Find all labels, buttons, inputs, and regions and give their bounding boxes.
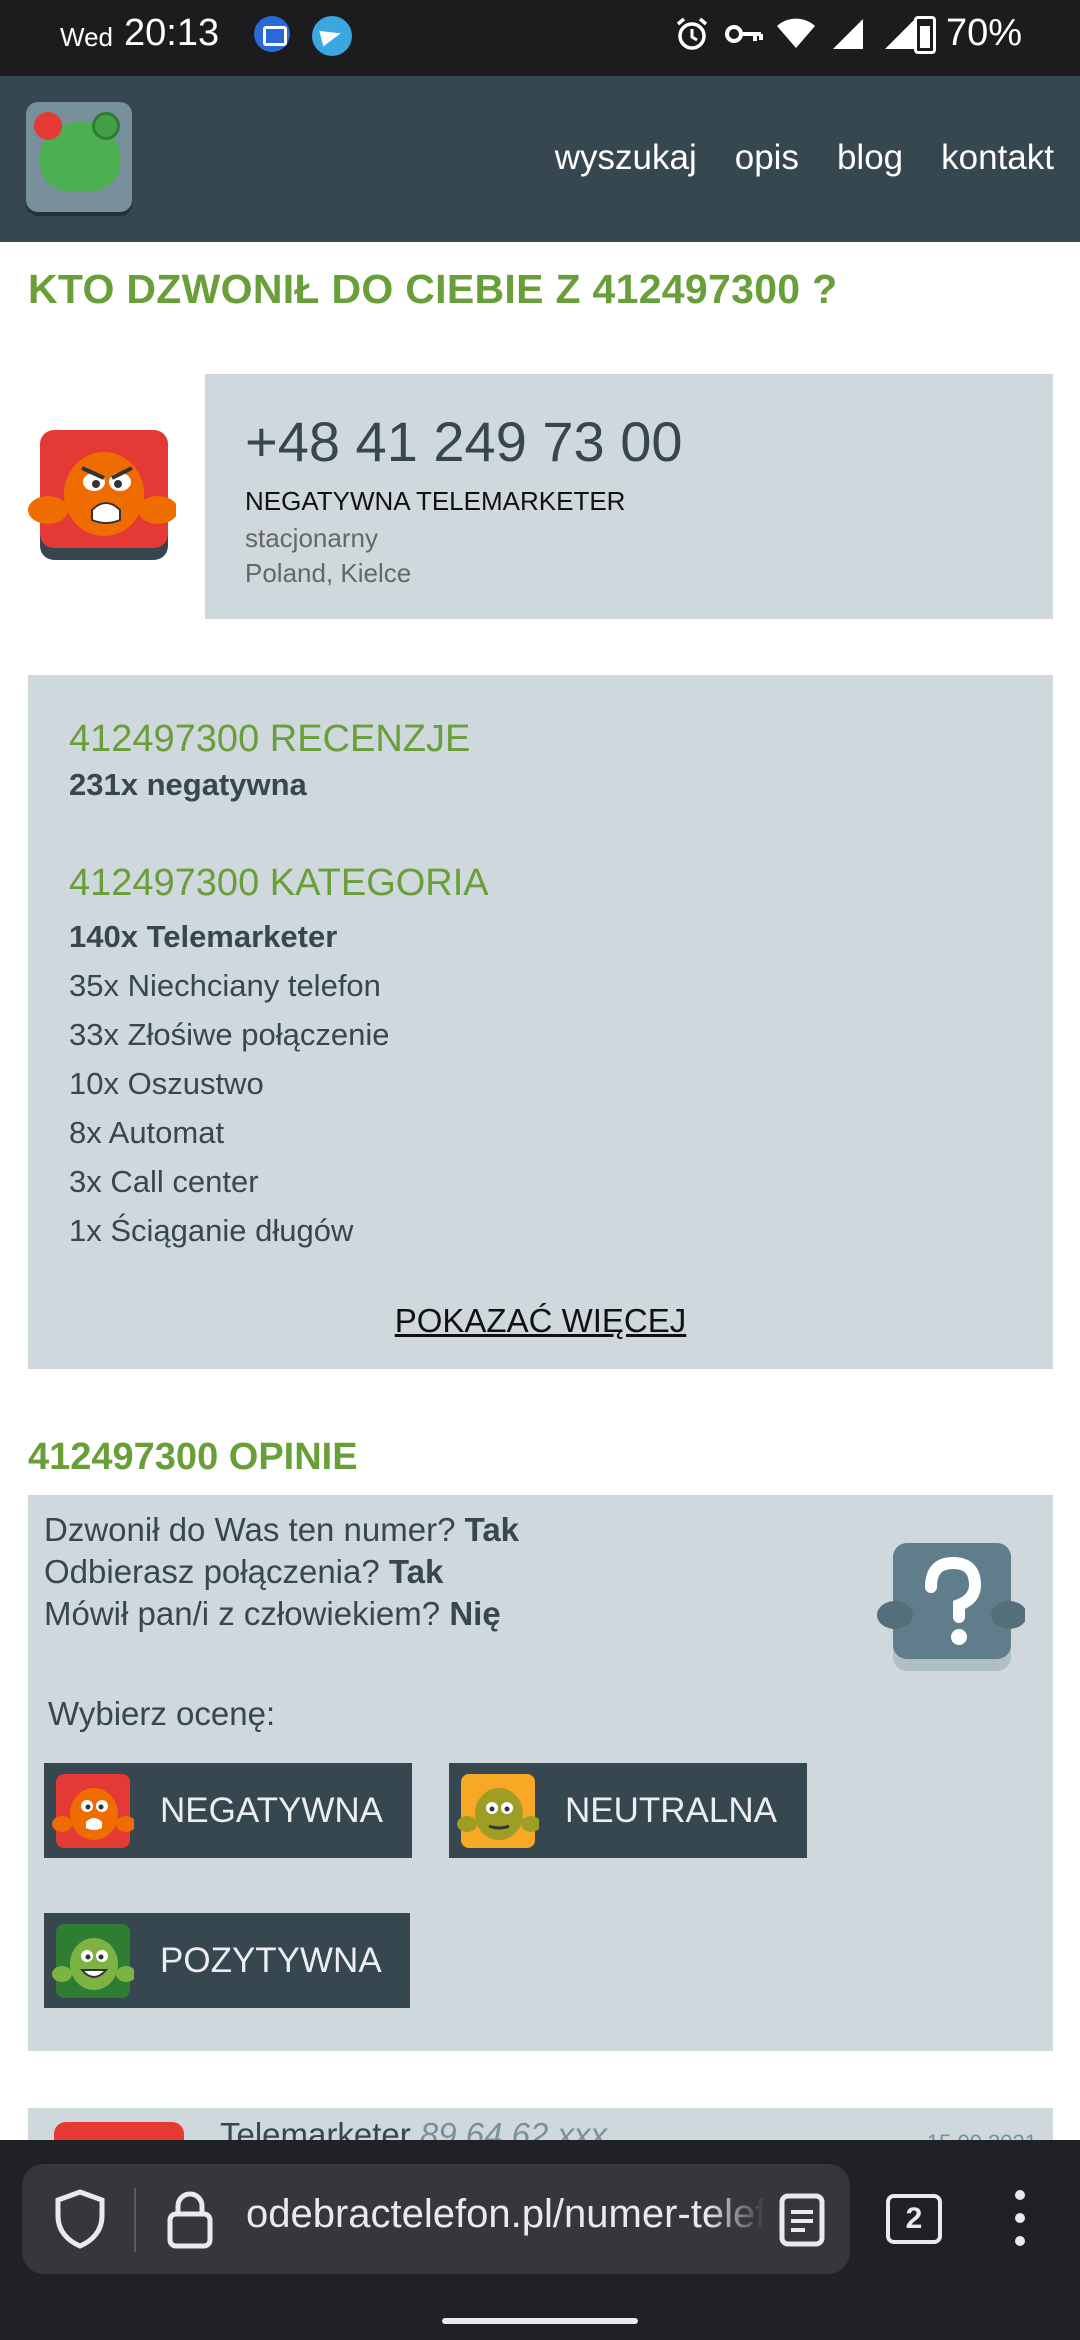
show-more-link[interactable]: POKAZAĆ WIĘCEJ [28,1302,1053,1340]
rate-negative-button[interactable]: NEGATYWNA [44,1763,412,1858]
opinion-panel: Dzwonił do Was ten numer? Tak Odbierasz … [28,1495,1053,2051]
opinions-heading: 412497300 OPINIE [28,1436,358,1478]
question-answer[interactable]: Nię [449,1595,500,1632]
reviews-count: 231x negatywna [69,766,307,802]
reviews-panel: 412497300 RECENZJE 231x negatywna 412497… [28,675,1053,1369]
phone-info-card: +48 41 249 73 00 NEGATYWNA TELEMARKETER … [205,374,1053,619]
negative-monster-icon [52,1773,134,1848]
list-item: 1x Ściąganie długów [69,1213,354,1249]
neutral-monster-icon [457,1773,539,1848]
gallery-notification-icon [254,16,290,52]
rate-neutral-label: NEUTRALNA [565,1790,777,1830]
rate-positive-label: POZYTYWNA [160,1940,382,1980]
site-header: wyszukaj opis blog kontakt [0,76,1080,242]
question-answer[interactable]: Tak [465,1511,519,1548]
list-item: 33x Złośiwe połączenie [69,1017,390,1053]
gesture-home-bar[interactable] [442,2318,638,2324]
browser-toolbar: odebractelefon.pl/numer-telefonu/4124973… [0,2140,1080,2340]
status-time: 20:13 [124,12,220,54]
main-nav: wyszukaj opis blog kontakt [555,138,1054,178]
rate-neutral-button[interactable]: NEUTRALNA [449,1763,807,1858]
page-title: KTO DZWONIŁ DO CIEBIE Z 412497300 ? [28,266,838,312]
positive-monster-icon [52,1923,134,1998]
shield-icon[interactable] [52,2188,108,2250]
reader-mode-icon[interactable] [774,2190,830,2250]
telegram-notification-icon [312,16,352,56]
list-item: 35x Niechciany telefon [69,968,381,1004]
vpn-key-icon [724,14,764,54]
list-item: 8x Automat [69,1115,225,1151]
alarm-icon [672,14,712,54]
more-menu-icon[interactable] [1010,2190,1030,2250]
list-item: 3x Call center [69,1164,259,1200]
list-item: 1x Głuchy telefon [69,1255,1009,1265]
phone-number: +48 41 249 73 00 [245,410,683,473]
question-row: Odbierasz połączenia? Tak [44,1553,443,1591]
phone-line-type: stacjonarny [245,523,378,553]
rate-negative-label: NEGATYWNA [160,1790,383,1830]
status-bar: Wed 20:13 70% [0,0,1080,76]
question-text: Mówił pan/i z człowiekiem? [44,1595,441,1632]
negative-monster-avatar-icon [28,428,178,566]
question-text: Dzwonił do Was ten numer? [44,1511,456,1548]
nav-kontakt[interactable]: kontakt [941,138,1054,178]
question-monster-icon [875,1537,1027,1677]
list-item: 10x Oszustwo [69,1066,264,1102]
rate-positive-button[interactable]: POZYTYWNA [44,1913,410,2008]
red-phone-icon [34,112,62,140]
battery-icon [914,16,936,54]
phone-rating: NEGATYWNA TELEMARKETER [245,486,626,516]
nav-opis[interactable]: opis [735,138,799,178]
category-heading: 412497300 KATEGORIA [69,861,489,904]
url-text[interactable]: odebractelefon.pl/numer-telefonu/4124973… [246,2192,766,2237]
category-list: 140x Telemarketer 35x Niechciany telefon… [69,912,1009,1265]
lock-icon[interactable] [162,2186,218,2252]
status-day: Wed [60,22,113,52]
address-bar[interactable]: odebractelefon.pl/numer-telefonu/4124973… [22,2164,850,2274]
question-row: Dzwonił do Was ten numer? Tak [44,1511,519,1549]
question-row: Mówił pan/i z człowiekiem? Nię [44,1595,501,1633]
question-text: Odbierasz połączenia? [44,1553,380,1590]
address-divider [134,2188,136,2252]
tab-counter-button[interactable]: 2 [886,2194,942,2244]
choose-rating-label: Wybierz ocenę: [48,1695,276,1732]
nav-wyszukaj[interactable]: wyszukaj [555,138,697,178]
reviews-heading: 412497300 RECENZJE [69,718,471,760]
list-item: 140x Telemarketer [69,919,338,955]
status-icons [672,14,920,54]
site-logo[interactable] [26,102,132,212]
battery-percent: 70% [946,12,1023,54]
wifi-icon [776,14,816,54]
phone-location: Poland, Kielce [245,558,412,588]
signal-icon [828,14,868,54]
nav-blog[interactable]: blog [837,138,903,178]
green-phone-icon [92,112,120,140]
question-answer[interactable]: Tak [389,1553,443,1590]
